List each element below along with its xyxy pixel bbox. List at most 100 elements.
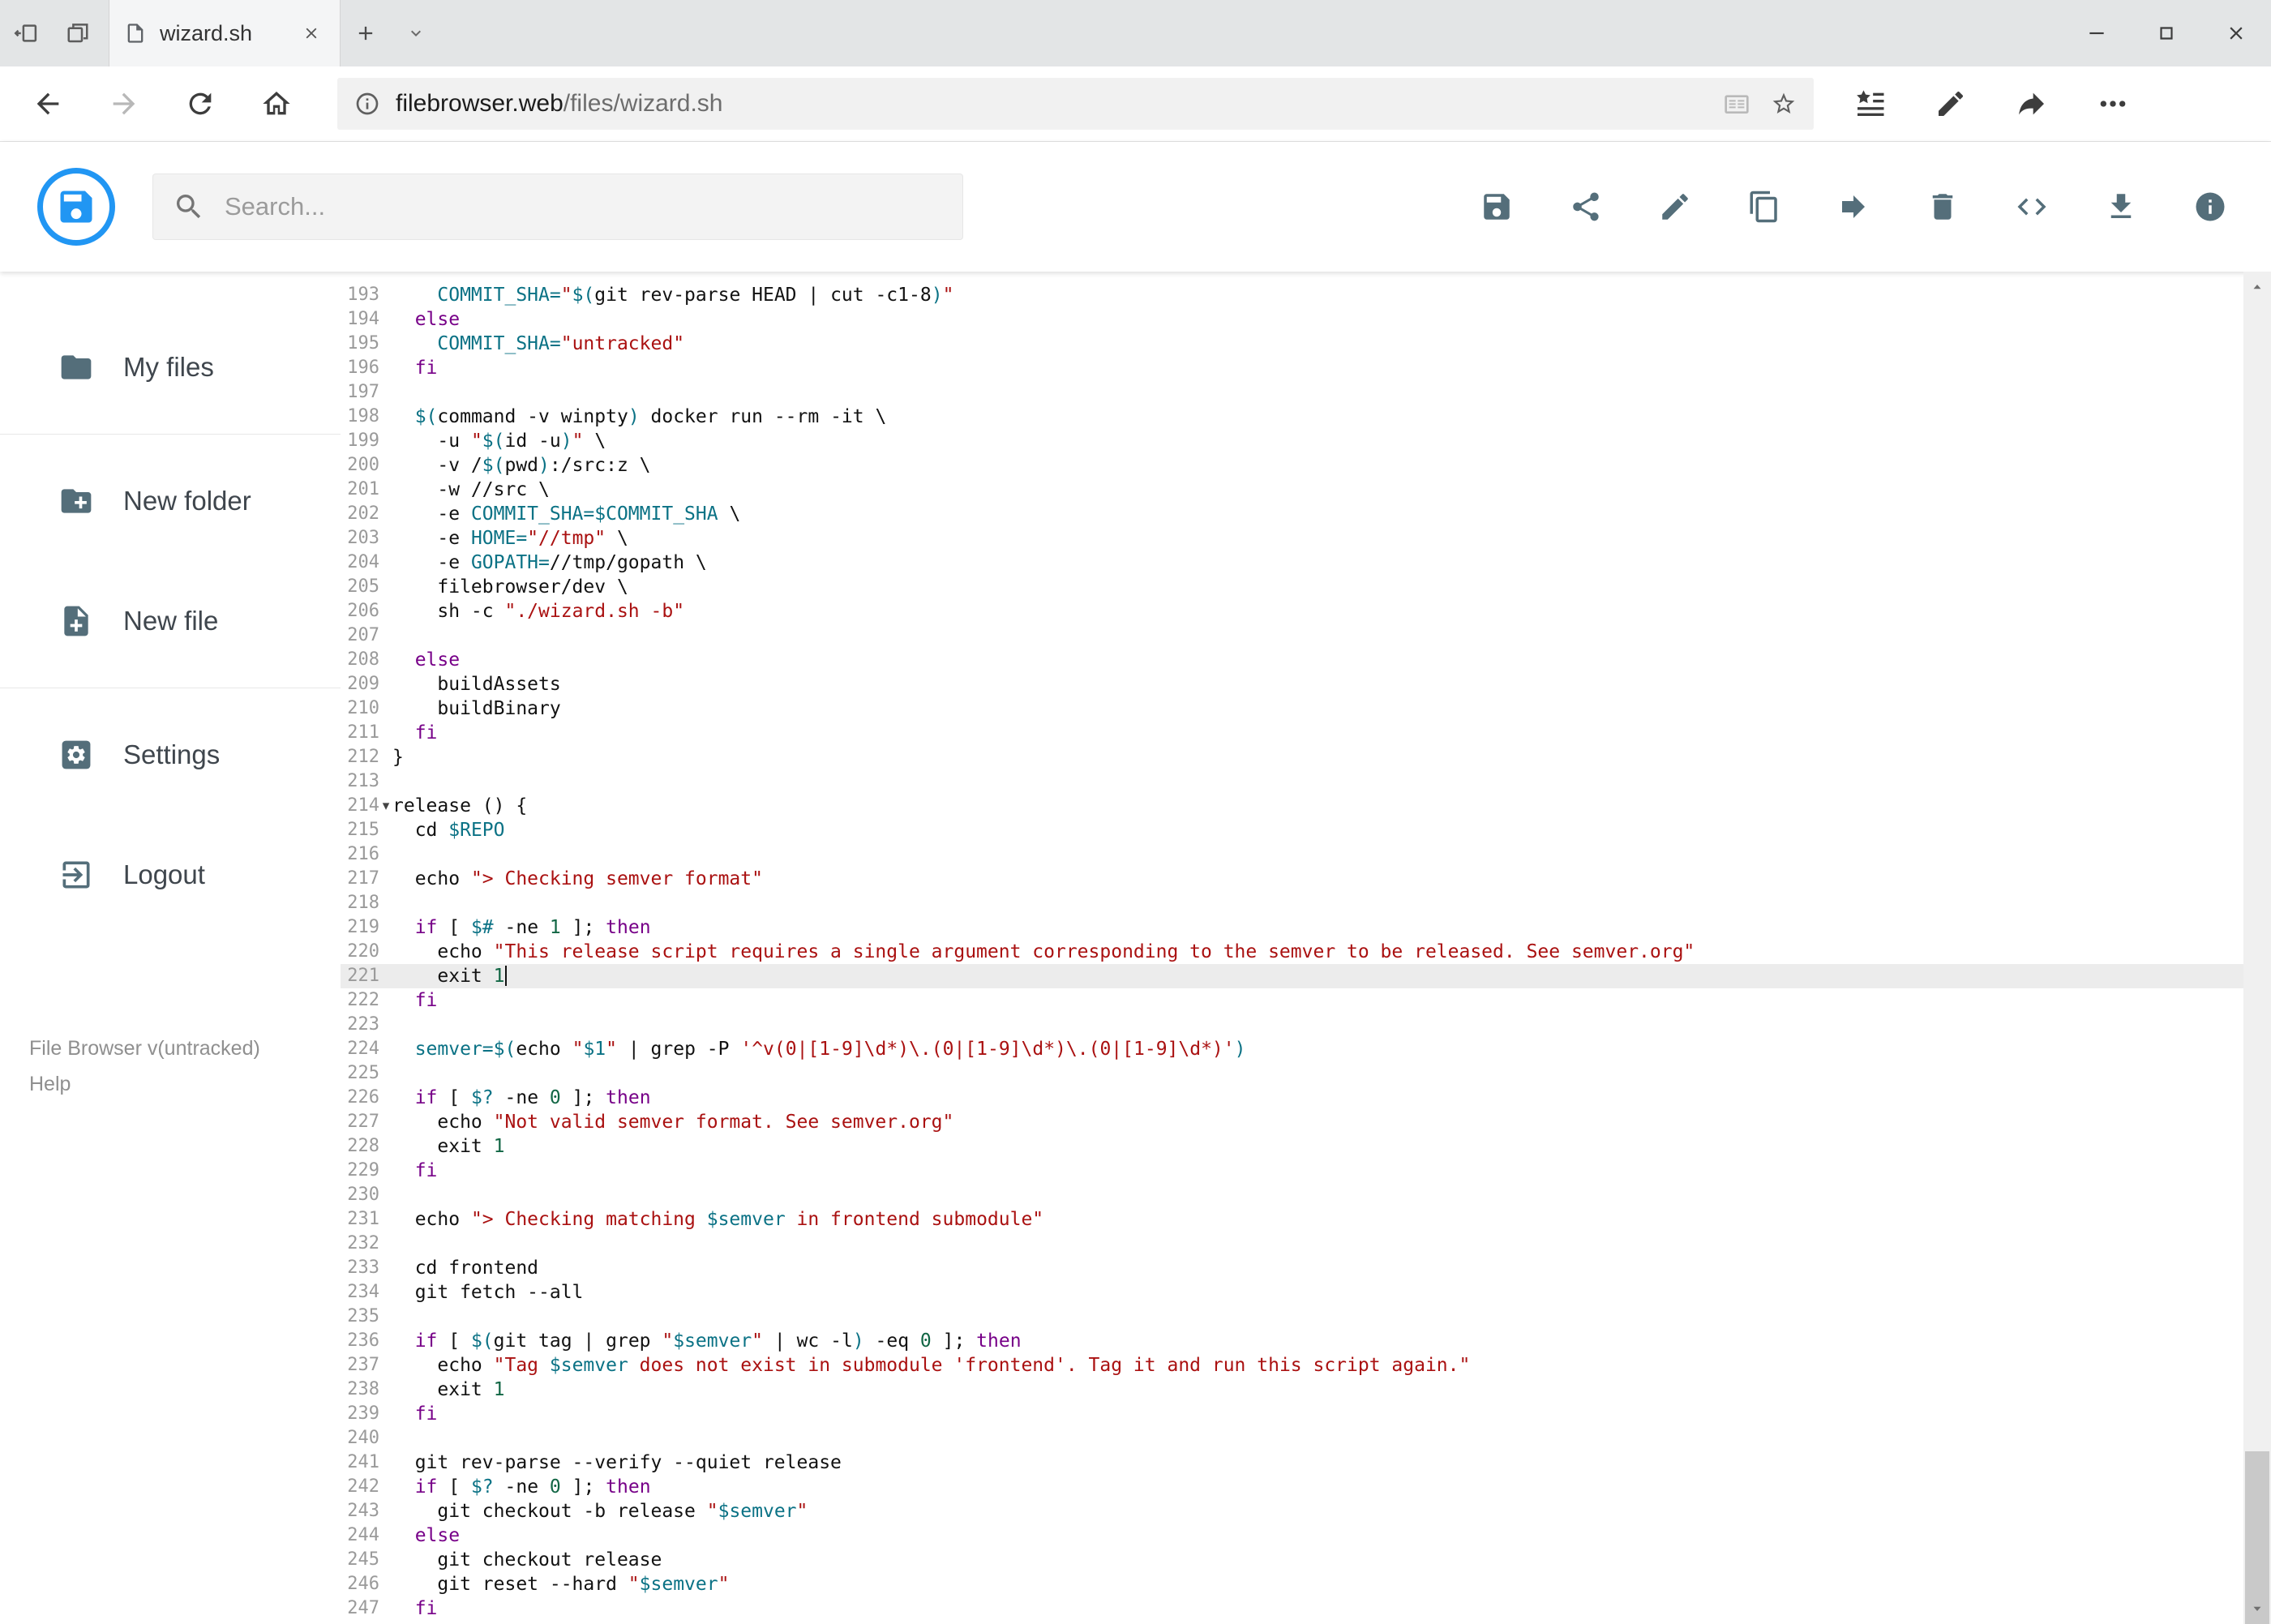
maximize-button[interactable]: [2132, 0, 2201, 66]
version-link[interactable]: File Browser v(untracked): [29, 1031, 341, 1066]
site-info-button[interactable]: [344, 81, 391, 126]
code-line[interactable]: 215 cd $REPO: [341, 818, 2271, 842]
code-line[interactable]: 193 COMMIT_SHA="$(git rev-parse HEAD | c…: [341, 283, 2271, 307]
refresh-button[interactable]: [162, 75, 238, 133]
url-text[interactable]: filebrowser.web/files/wizard.sh: [391, 90, 1713, 118]
tabs-you-set-aside-button[interactable]: [52, 0, 104, 66]
code-line[interactable]: 204 -e GOPATH=//tmp/gopath \: [341, 551, 2271, 575]
code-line[interactable]: 195 COMMIT_SHA="untracked": [341, 332, 2271, 356]
code-line[interactable]: 237 echo "Tag $semver does not exist in …: [341, 1353, 2271, 1378]
code-line[interactable]: 209 buildAssets: [341, 672, 2271, 696]
tab-preview-toggle[interactable]: [391, 0, 441, 66]
code-line[interactable]: 218: [341, 891, 2271, 915]
code-line[interactable]: 221 exit 1: [341, 964, 2271, 988]
code-line[interactable]: 235: [341, 1305, 2271, 1329]
code-line[interactable]: 230: [341, 1183, 2271, 1207]
code-line[interactable]: 229 fi: [341, 1159, 2271, 1183]
code-line[interactable]: 236 if [ $(git tag | grep "$semver" | wc…: [341, 1329, 2271, 1353]
copy-button[interactable]: [1746, 188, 1783, 225]
code-line[interactable]: 198 $(command -v winpty) docker run --rm…: [341, 405, 2271, 429]
code-line[interactable]: 233 cd frontend: [341, 1256, 2271, 1280]
more-options-button[interactable]: [2086, 75, 2140, 133]
code-line[interactable]: 225: [341, 1061, 2271, 1086]
scroll-up-button[interactable]: [2243, 272, 2271, 302]
forward-button[interactable]: [86, 75, 162, 133]
save-button[interactable]: [1478, 188, 1515, 225]
code-line[interactable]: 222 fi: [341, 988, 2271, 1013]
code-line[interactable]: 208 else: [341, 648, 2271, 672]
code-line[interactable]: 201 -w //src \: [341, 478, 2271, 502]
code-editor[interactable]: 193 COMMIT_SHA="$(git rev-parse HEAD | c…: [341, 272, 2271, 1624]
code-line[interactable]: 241 git rev-parse --verify --quiet relea…: [341, 1450, 2271, 1475]
code-line[interactable]: 240: [341, 1426, 2271, 1450]
code-line[interactable]: 227 echo "Not valid semver format. See s…: [341, 1110, 2271, 1134]
scroll-down-button[interactable]: [2243, 1593, 2271, 1624]
code-line[interactable]: 196 fi: [341, 356, 2271, 380]
code-line[interactable]: 200 -v /$(pwd):/src:z \: [341, 453, 2271, 478]
code-line[interactable]: 243 git checkout -b release "$semver": [341, 1499, 2271, 1523]
code-line[interactable]: 231 echo "> Checking matching $semver in…: [341, 1207, 2271, 1232]
code-line[interactable]: 205 filebrowser/dev \: [341, 575, 2271, 599]
tab-close-icon[interactable]: [298, 19, 325, 47]
share-button[interactable]: [1567, 188, 1605, 225]
close-window-button[interactable]: [2201, 0, 2271, 66]
home-button[interactable]: [238, 75, 315, 133]
web-note-button[interactable]: [1924, 75, 1977, 133]
code-line[interactable]: 245 git checkout release: [341, 1548, 2271, 1572]
delete-button[interactable]: [1924, 188, 1961, 225]
hub-button[interactable]: [1843, 75, 1896, 133]
code-line[interactable]: 203 -e HOME="//tmp" \: [341, 526, 2271, 551]
code-line[interactable]: 206 sh -c "./wizard.sh -b": [341, 599, 2271, 623]
vertical-scrollbar[interactable]: [2243, 272, 2271, 1624]
code-line[interactable]: 202 -e COMMIT_SHA=$COMMIT_SHA \: [341, 502, 2271, 526]
minimize-button[interactable]: [2062, 0, 2132, 66]
tab-wizard-sh[interactable]: wizard.sh: [109, 0, 341, 66]
sidebar-item-new-file[interactable]: New file: [0, 561, 341, 681]
code-line[interactable]: 213: [341, 769, 2271, 794]
code-line[interactable]: 238 exit 1: [341, 1378, 2271, 1402]
code-line[interactable]: 223: [341, 1013, 2271, 1037]
code-line[interactable]: 197: [341, 380, 2271, 405]
sidebar-item-logout[interactable]: Logout: [0, 815, 341, 935]
address-bar[interactable]: filebrowser.web/files/wizard.sh: [337, 78, 1814, 130]
fold-marker-icon[interactable]: ▾: [379, 794, 392, 818]
reading-view-button[interactable]: [1713, 81, 1760, 126]
sidebar-item-my-files[interactable]: My files: [0, 307, 341, 427]
filebrowser-logo[interactable]: [37, 168, 115, 246]
code-line[interactable]: 220 echo "This release script requires a…: [341, 940, 2271, 964]
move-button[interactable]: [1835, 188, 1872, 225]
code-line[interactable]: 228 exit 1: [341, 1134, 2271, 1159]
search-box[interactable]: [152, 174, 963, 240]
code-line[interactable]: 217 echo "> Checking semver format": [341, 867, 2271, 891]
code-line[interactable]: 194 else: [341, 307, 2271, 332]
back-button[interactable]: [10, 75, 86, 133]
new-tab-button[interactable]: [341, 0, 391, 66]
download-button[interactable]: [2102, 188, 2140, 225]
code-line[interactable]: 219 if [ $# -ne 1 ]; then: [341, 915, 2271, 940]
code-line[interactable]: 212}: [341, 745, 2271, 769]
set-tabs-aside-button[interactable]: [0, 0, 52, 66]
code-line[interactable]: 199 -u "$(id -u)" \: [341, 429, 2271, 453]
search-input[interactable]: [225, 192, 943, 221]
code-line[interactable]: 207: [341, 623, 2271, 648]
rename-button[interactable]: [1656, 188, 1694, 225]
add-favorite-button[interactable]: [1760, 81, 1807, 126]
code-line[interactable]: 216: [341, 842, 2271, 867]
code-line[interactable]: 239 fi: [341, 1402, 2271, 1426]
info-button[interactable]: [2192, 188, 2229, 225]
raw-button[interactable]: [2013, 188, 2050, 225]
sidebar-item-new-folder[interactable]: New folder: [0, 441, 341, 561]
code-line[interactable]: 242 if [ $? -ne 0 ]; then: [341, 1475, 2271, 1499]
code-line[interactable]: 214 ▾ release () {: [341, 794, 2271, 818]
code-line[interactable]: 234 git fetch --all: [341, 1280, 2271, 1305]
code-line[interactable]: 232: [341, 1232, 2271, 1256]
code-line[interactable]: 211 fi: [341, 721, 2271, 745]
code-line[interactable]: 226 if [ $? -ne 0 ]; then: [341, 1086, 2271, 1110]
help-link[interactable]: Help: [29, 1066, 341, 1102]
code-line[interactable]: 210 buildBinary: [341, 696, 2271, 721]
code-line[interactable]: 246 git reset --hard "$semver": [341, 1572, 2271, 1596]
code-line[interactable]: 247 fi: [341, 1596, 2271, 1621]
share-page-button[interactable]: [2005, 75, 2059, 133]
sidebar-item-settings[interactable]: Settings: [0, 695, 341, 815]
code-line[interactable]: 244 else: [341, 1523, 2271, 1548]
